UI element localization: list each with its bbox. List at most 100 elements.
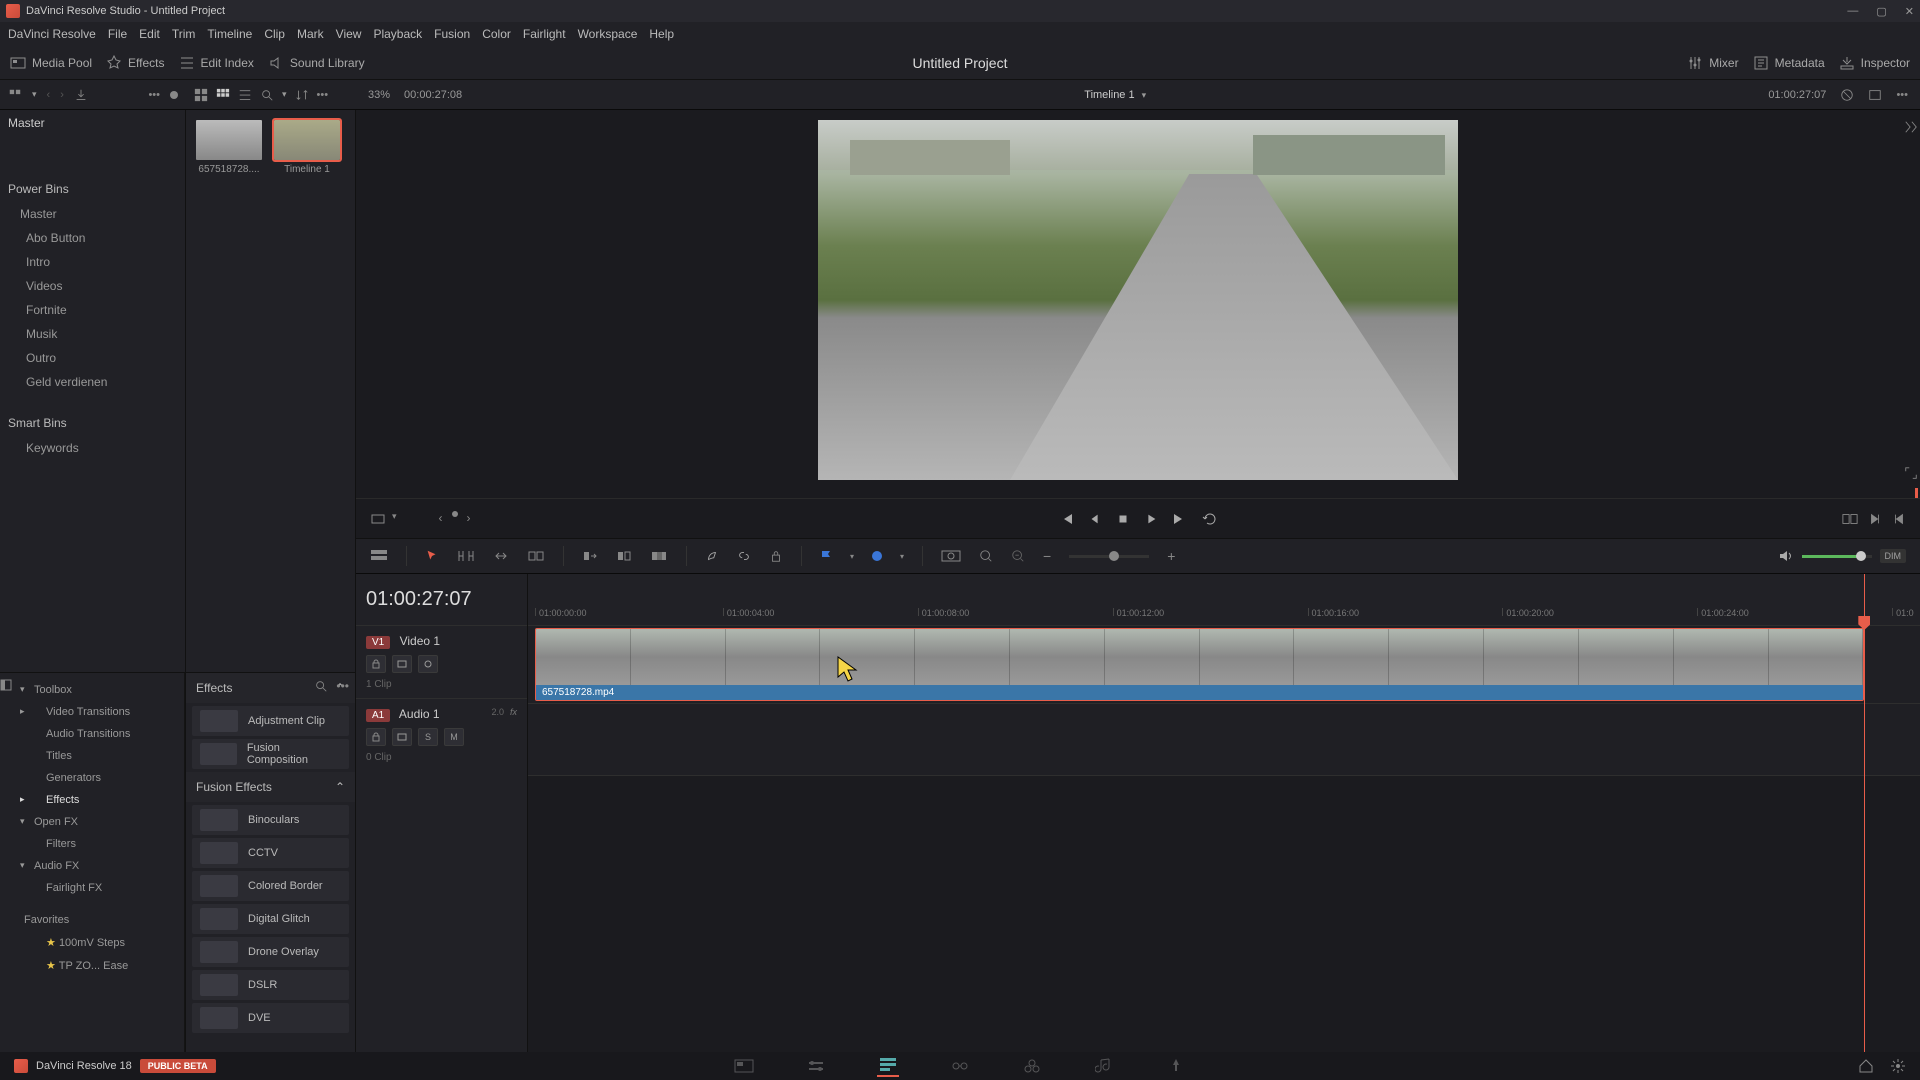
effects-toggle[interactable]: Effects	[106, 55, 164, 71]
video-clip[interactable]: 657518728.mp4	[535, 628, 1864, 701]
replace-icon[interactable]	[650, 549, 668, 563]
titles-node[interactable]: Titles	[14, 745, 184, 767]
timeline-ruler[interactable]: 01:00:00:00 01:00:04:00 01:00:08:00 01:0…	[528, 574, 1920, 626]
chevron-down-icon[interactable]: ▾	[282, 89, 287, 100]
clip-thumb[interactable]: 657518728....	[196, 120, 262, 175]
fx-dslr[interactable]: DSLR	[192, 970, 349, 1000]
fx-binoculars[interactable]: Binoculars	[192, 805, 349, 835]
insert-icon[interactable]	[582, 549, 598, 563]
timeline-view-options-icon[interactable]	[370, 548, 388, 564]
menu-help[interactable]: Help	[649, 27, 674, 41]
close-button[interactable]: ✕	[1905, 5, 1914, 18]
next-clip-icon[interactable]	[1868, 512, 1882, 526]
blade-icon[interactable]	[705, 549, 719, 563]
fusion-effects-header[interactable]: Fusion Effects⌃	[186, 772, 355, 802]
menu-playback[interactable]: Playback	[373, 27, 422, 41]
bin-keywords[interactable]: Keywords	[0, 436, 185, 460]
nav-fwd-icon[interactable]: ›	[60, 89, 64, 101]
color-page-tab[interactable]	[1021, 1055, 1043, 1077]
marker-icon[interactable]	[872, 551, 882, 561]
generators-node[interactable]: Generators	[14, 767, 184, 789]
menu-file[interactable]: File	[108, 27, 127, 41]
bin-view-icon[interactable]	[8, 88, 22, 102]
chevron-down-icon[interactable]: ▾	[900, 552, 904, 561]
viewer-mode-icon[interactable]	[370, 511, 386, 527]
fx-drone-overlay[interactable]: Drone Overlay	[192, 937, 349, 967]
audio-transitions-node[interactable]: Audio Transitions	[14, 723, 184, 745]
fairlightfx-node[interactable]: Fairlight FX	[14, 877, 184, 899]
toolbox-node[interactable]: Toolbox	[14, 679, 184, 701]
dynamic-trim-icon[interactable]	[493, 549, 509, 563]
audio-track-header[interactable]: A1 Audio 1 fx 2.0 S M 0 Clip	[356, 698, 527, 771]
fairlight-page-tab[interactable]	[1093, 1055, 1115, 1077]
solo-button[interactable]: S	[418, 728, 438, 746]
filters-node[interactable]: Filters	[14, 833, 184, 855]
menu-fusion[interactable]: Fusion	[434, 27, 470, 41]
zoom-slider[interactable]	[1069, 555, 1149, 558]
options-icon[interactable]: •••	[336, 679, 349, 693]
menu-color[interactable]: Color	[482, 27, 511, 41]
track-lock-button[interactable]	[366, 728, 386, 746]
zoom-to-fit-icon[interactable]	[941, 549, 961, 563]
fx-cctv[interactable]: CCTV	[192, 838, 349, 868]
settings-icon[interactable]	[1890, 1058, 1906, 1074]
chevron-down-icon[interactable]: ▾	[392, 511, 397, 527]
chevron-down-icon[interactable]: ▾	[850, 552, 854, 561]
menu-timeline[interactable]: Timeline	[207, 27, 252, 41]
menu-workspace[interactable]: Workspace	[578, 27, 638, 41]
thumb-view-icon[interactable]	[194, 88, 208, 102]
fx-adjustment-clip[interactable]: Adjustment Clip	[192, 706, 349, 736]
fusion-page-tab[interactable]	[949, 1055, 971, 1077]
chevron-down-icon[interactable]: ▾	[1142, 90, 1147, 100]
last-frame-button[interactable]	[1172, 511, 1188, 527]
stop-button[interactable]	[1116, 512, 1130, 526]
prev-clip-icon[interactable]	[1892, 512, 1906, 526]
menu-trim[interactable]: Trim	[172, 27, 196, 41]
match-frame-icon[interactable]	[1904, 120, 1918, 134]
inspector-toggle[interactable]: Inspector	[1839, 55, 1910, 71]
nav-back-icon[interactable]: ‹	[47, 89, 51, 101]
bin-outro[interactable]: Outro	[0, 346, 185, 370]
deliver-page-tab[interactable]	[1165, 1055, 1187, 1077]
media-page-tab[interactable]	[733, 1055, 755, 1077]
first-frame-button[interactable]	[1058, 511, 1074, 527]
bin-master[interactable]: Master	[0, 202, 185, 226]
step-back-button[interactable]	[1088, 512, 1102, 526]
fx-colored-border[interactable]: Colored Border	[192, 871, 349, 901]
fx-dve[interactable]: DVE	[192, 1003, 349, 1033]
volume-slider[interactable]	[1802, 555, 1872, 558]
media-pool-toggle[interactable]: Media Pool	[10, 55, 92, 71]
search-icon[interactable]	[314, 679, 328, 693]
home-icon[interactable]	[1858, 1058, 1874, 1074]
bin-intro[interactable]: Intro	[0, 250, 185, 274]
fx-fusion-comp[interactable]: Fusion Composition	[192, 739, 349, 769]
menu-fairlight[interactable]: Fairlight	[523, 27, 566, 41]
timeline-thumb[interactable]: Timeline 1	[274, 120, 340, 175]
detail-zoom-icon[interactable]	[979, 549, 993, 563]
chevron-down-icon[interactable]: ▾	[32, 89, 37, 100]
track-disable-button[interactable]	[418, 655, 438, 673]
video-track-1[interactable]: 657518728.mp4	[528, 626, 1920, 704]
zoom-percent[interactable]: 33%	[368, 89, 390, 101]
speaker-icon[interactable]	[1778, 549, 1794, 563]
effects-node[interactable]: Effects	[14, 789, 184, 811]
import-icon[interactable]	[74, 88, 88, 102]
menu-mark[interactable]: Mark	[297, 27, 324, 41]
power-bins-header[interactable]: Power Bins	[0, 176, 185, 202]
overwrite-icon[interactable]	[616, 549, 632, 563]
bin-videos[interactable]: Videos	[0, 274, 185, 298]
trim-tool-icon[interactable]	[457, 549, 475, 563]
cut-page-tab[interactable]	[805, 1055, 827, 1077]
edit-index-toggle[interactable]: Edit Index	[179, 55, 254, 71]
grid-view-icon[interactable]	[216, 88, 230, 102]
menu-clip[interactable]: Clip	[264, 27, 285, 41]
smart-bins-header[interactable]: Smart Bins	[0, 410, 185, 436]
play-button[interactable]	[1144, 512, 1158, 526]
edit-page-tab[interactable]	[877, 1055, 899, 1077]
mute-button[interactable]: M	[444, 728, 464, 746]
sort-icon[interactable]	[295, 88, 309, 102]
bypass-icon[interactable]	[1840, 88, 1854, 102]
playhead[interactable]	[1864, 574, 1865, 1052]
maximize-button[interactable]: ▢	[1876, 5, 1886, 18]
menu-edit[interactable]: Edit	[139, 27, 160, 41]
